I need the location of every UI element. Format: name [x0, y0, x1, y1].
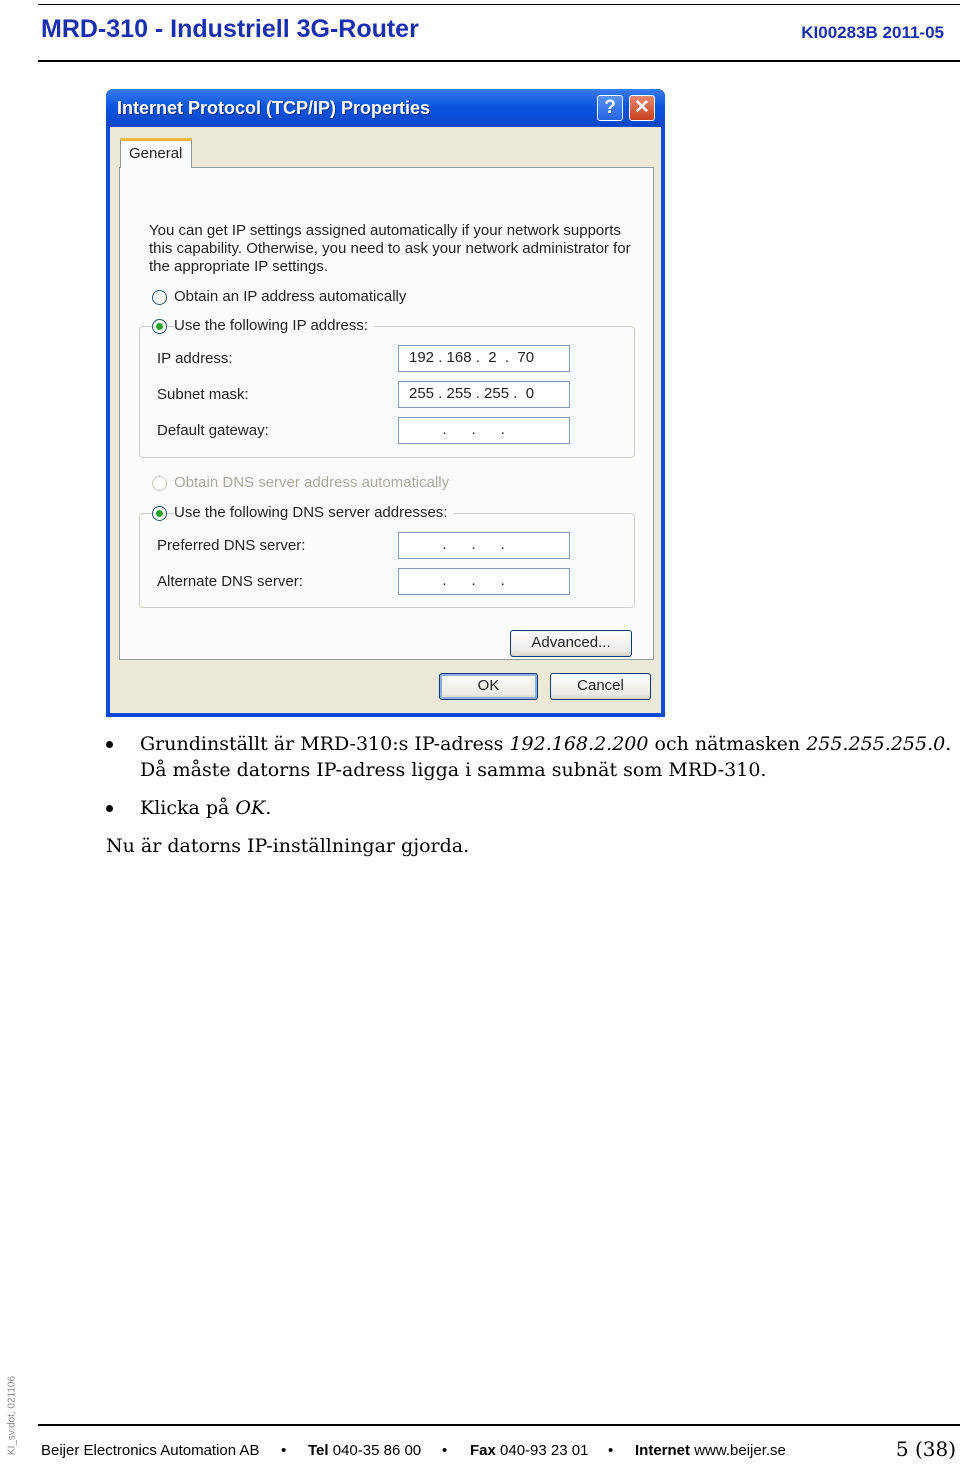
preferred-dns-label: Preferred DNS server:: [157, 537, 306, 554]
subnet-mask-field[interactable]: 255 . 255 . 255 . 0: [398, 381, 570, 408]
general-tab-panel: You can get IP settings assigned automat…: [119, 167, 654, 660]
footer-sep-1: •: [281, 1442, 287, 1459]
template-side-note: KI_sv.dot, 021106: [6, 1375, 18, 1456]
document-id: KI00283B 2011-05: [801, 23, 944, 42]
advanced-button[interactable]: Advanced...: [510, 630, 632, 657]
b1-ip: 192.168.2.200: [509, 733, 649, 755]
dialog-body: General You can get IP settings assigned…: [110, 127, 661, 713]
bullet-1-line-2: Då måste datorns IP-adress ligga i samma…: [140, 759, 767, 781]
help-button[interactable]: ?: [597, 95, 623, 121]
alternate-dns-label: Alternate DNS server:: [157, 573, 303, 590]
dialog-description: You can get IP settings assigned automat…: [149, 222, 631, 275]
preferred-dns-field[interactable]: . . .: [398, 532, 570, 559]
bullet-2: Klicka på OK.: [140, 797, 271, 819]
b1-mid: och nätmasken: [648, 733, 807, 755]
radio-obtain-dns-label: Obtain DNS server address automatically: [174, 474, 450, 491]
page-number: 5 (38): [895, 1437, 956, 1461]
ip-address-field[interactable]: 192 . 168 . 2 . 70: [398, 345, 570, 372]
bullet-2-dot: [106, 805, 113, 812]
default-gateway-field[interactable]: . . .: [398, 417, 570, 444]
radio-use-ip[interactable]: [152, 319, 167, 334]
radio-use-ip-label: Use the following IP address:: [174, 317, 374, 334]
radio-obtain-dns[interactable]: [152, 476, 167, 491]
close-button[interactable]: ✕: [629, 95, 655, 121]
alternate-dns-field[interactable]: . . .: [398, 568, 570, 595]
footer-sep-2: •: [442, 1442, 448, 1459]
dialog-title: Internet Protocol (TCP/IP) Properties: [117, 98, 431, 118]
b1-end: .: [945, 733, 952, 755]
b1-pre: Grundinställt är MRD-310:s IP-adress: [140, 733, 510, 755]
radio-obtain-ip-label: Obtain an IP address automatically: [174, 288, 407, 305]
cancel-button[interactable]: Cancel: [550, 673, 651, 700]
footer-internet-label: Internet: [635, 1442, 691, 1459]
footer-internet: Internet www.beijer.se: [635, 1442, 786, 1459]
footer-sep-3: •: [608, 1442, 614, 1459]
closing-paragraph: Nu är datorns IP-inställningar gjorda.: [106, 835, 470, 857]
page-title: MRD-310 - Industriell 3G-Router: [41, 15, 419, 43]
header-rule: [38, 60, 960, 62]
footer-company: Beijer Electronics Automation AB: [41, 1442, 260, 1459]
footer-internet-value: www.beijer.se: [694, 1442, 786, 1459]
footer-rule: [38, 1424, 960, 1426]
footer-tel-label: Tel: [308, 1442, 329, 1459]
dialog-titlebar: Internet Protocol (TCP/IP) Properties ? …: [106, 89, 665, 127]
footer-tel: Tel 040-35 86 00: [308, 1442, 421, 1459]
default-gateway-label: Default gateway:: [157, 422, 269, 439]
ok-button[interactable]: OK: [439, 673, 538, 700]
b1-mask: 255.255.255.0: [806, 733, 946, 755]
radio-obtain-ip[interactable]: [152, 290, 167, 305]
radio-use-dns[interactable]: [152, 506, 167, 521]
footer-fax-label: Fax: [470, 1442, 496, 1459]
tcpip-properties-dialog: Internet Protocol (TCP/IP) Properties ? …: [106, 89, 665, 717]
footer-fax-value: 040-93 23 01: [500, 1442, 589, 1459]
bullet-1-line-1: Grundinställt är MRD-310:s IP-adress 192…: [140, 733, 951, 755]
ip-address-label: IP address:: [157, 350, 233, 367]
footer-tel-value: 040-35 86 00: [332, 1442, 422, 1459]
b2-end: .: [265, 797, 272, 819]
bullet-1-dot: [106, 741, 113, 748]
tab-general[interactable]: General: [120, 138, 192, 168]
b2-pre: Klicka på: [140, 797, 236, 819]
footer-fax: Fax 040-93 23 01: [470, 1442, 588, 1459]
subnet-mask-label: Subnet mask:: [157, 386, 249, 403]
b2-ok: OK: [235, 797, 266, 819]
header-top-rule: [38, 4, 960, 5]
radio-use-dns-label: Use the following DNS server addresses:: [174, 504, 454, 521]
